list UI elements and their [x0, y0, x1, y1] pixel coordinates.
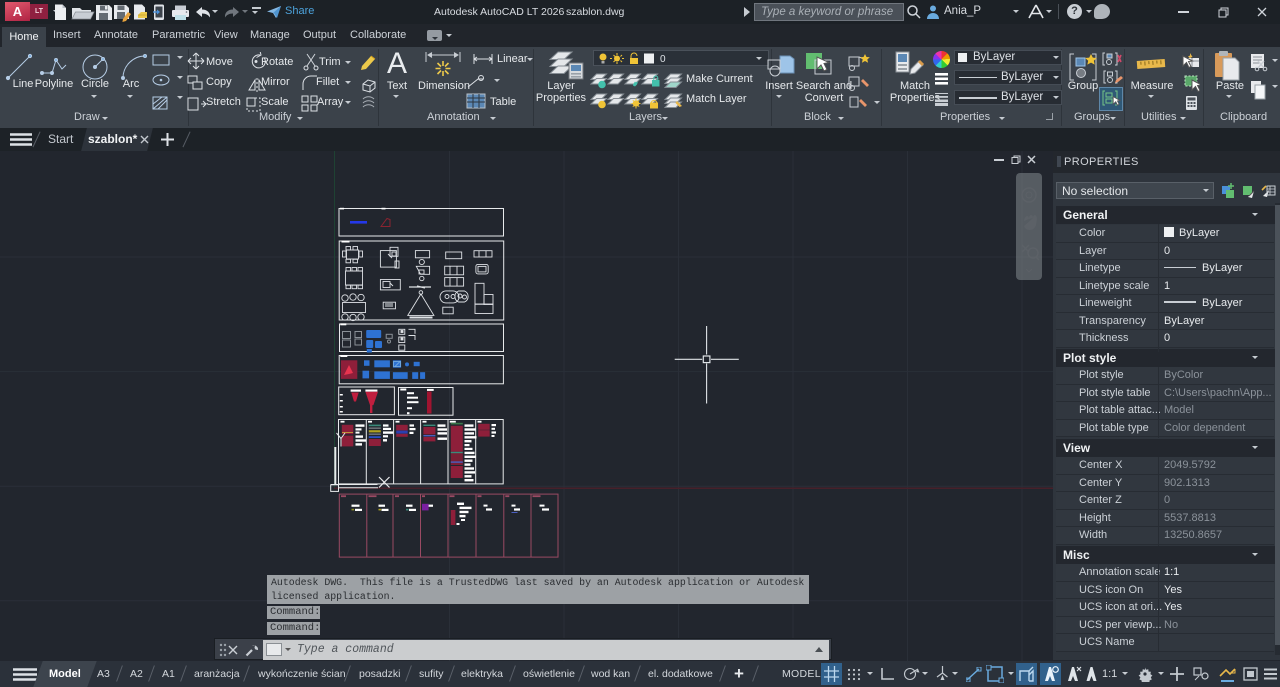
svg-text:0: 0	[660, 54, 666, 65]
